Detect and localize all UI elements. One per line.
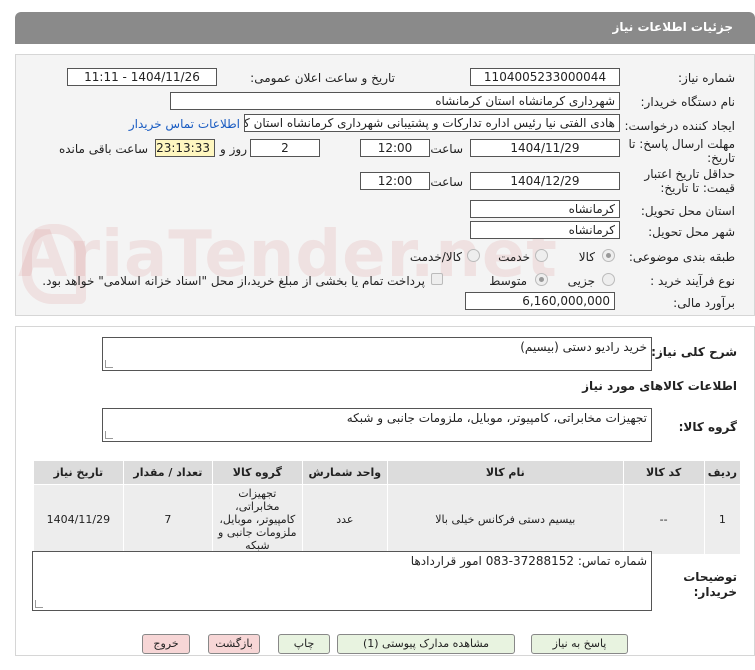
page-title: جزئیات اطلاعات نیاز bbox=[612, 20, 733, 34]
col-row-header: ردیف bbox=[703, 460, 742, 485]
category-service-radio[interactable] bbox=[535, 249, 548, 262]
category-service-label: خدمت bbox=[498, 250, 530, 264]
goods-info-title: اطلاعات کالاهای مورد نیاز bbox=[582, 379, 737, 393]
province-label: استان محل تحویل: bbox=[640, 204, 735, 218]
reply-button[interactable]: پاسخ به نیاز bbox=[531, 634, 628, 654]
resize-handle-icon[interactable] bbox=[105, 360, 113, 368]
category-label: طبقه بندی موضوعی: bbox=[628, 250, 735, 264]
need-number-field: 1104005233000044 bbox=[470, 68, 620, 86]
category-goods-label: کالا bbox=[578, 250, 595, 264]
back-button[interactable]: بازگشت bbox=[208, 634, 260, 654]
page-header: جزئیات اطلاعات نیاز bbox=[15, 12, 755, 44]
col-qty-header: تعداد / مقدار bbox=[122, 460, 214, 485]
cell-unit: عدد bbox=[301, 484, 389, 555]
goods-group-label: گروه کالا: bbox=[678, 420, 737, 434]
cell-qty: 7 bbox=[122, 484, 214, 555]
view-documents-button[interactable]: مشاهده مدارک پیوستی (1) bbox=[337, 634, 515, 654]
buyer-notes-text: شماره تماس: 37288152-083 امور قراردادها bbox=[410, 554, 647, 568]
resize-handle-icon[interactable] bbox=[105, 431, 113, 439]
goods-group-field: تجهیزات مخابراتی، کامپیوتر، موبایل، ملزو… bbox=[102, 408, 652, 442]
reply-deadline-label: مهلت ارسال پاسخ: تا تاریخ: bbox=[628, 137, 735, 165]
goods-table: ردیف کد کالا نام کالا واحد شمارش گروه کا… bbox=[33, 460, 742, 555]
process-minor-radio[interactable] bbox=[602, 273, 615, 286]
process-medium-label: متوسط bbox=[489, 274, 527, 288]
treasury-payment-note: پرداخت تمام یا بخشی از مبلغ خرید،از محل … bbox=[42, 274, 425, 288]
summary-label: شرح کلی نیاز: bbox=[651, 345, 737, 359]
creator-field: هادی الفتی نیا رئیس اداره تدارکات و پشتی… bbox=[244, 114, 620, 132]
need-number-label: شماره نیاز: bbox=[678, 71, 735, 85]
province-field: کرمانشاه bbox=[470, 200, 620, 218]
validity-time-label: ساعت bbox=[430, 175, 463, 189]
col-date-header: تاریخ نیاز bbox=[33, 460, 124, 485]
creator-label: ایجاد کننده درخواست: bbox=[624, 119, 735, 133]
category-goods-radio[interactable] bbox=[602, 249, 615, 262]
buyer-org-label: نام دستگاه خریدار: bbox=[640, 95, 736, 109]
table-row: 1 -- بیسیم دستی فرکانس خیلی بالا عدد تجه… bbox=[33, 484, 742, 555]
validity-date-field: 1404/12/29 bbox=[470, 172, 620, 190]
exit-button[interactable]: خروج bbox=[142, 634, 190, 654]
reply-time-field: 12:00 bbox=[360, 139, 430, 157]
col-name-header: نام کالا bbox=[387, 460, 624, 485]
buyer-contact-link[interactable]: اطلاعات تماس خریدار bbox=[129, 117, 240, 131]
reply-time-label: ساعت bbox=[430, 142, 463, 156]
buyer-notes-field: شماره تماس: 37288152-083 امور قراردادها bbox=[32, 551, 652, 611]
process-medium-radio[interactable] bbox=[535, 273, 548, 286]
summary-field: خرید رادیو دستی (بیسیم) bbox=[102, 337, 652, 371]
budget-label: برآورد مالی: bbox=[673, 296, 735, 310]
reply-date-field: 1404/11/29 bbox=[470, 139, 620, 157]
days-label: روز و bbox=[220, 142, 247, 156]
validity-time-field: 12:00 bbox=[360, 172, 430, 190]
remaining-time-field: 23:13:33 bbox=[155, 139, 215, 157]
days-field: 2 bbox=[250, 139, 320, 157]
resize-handle-icon[interactable] bbox=[35, 600, 43, 608]
print-button[interactable]: چاپ bbox=[278, 634, 330, 654]
category-goods-service-label: کالا/خدمت bbox=[409, 250, 462, 264]
budget-field: 6,160,000,000 bbox=[465, 292, 615, 310]
cell-row: 1 bbox=[703, 484, 742, 555]
treasury-payment-checkbox[interactable] bbox=[431, 273, 443, 285]
goods-group-text: تجهیزات مخابراتی، کامپیوتر، موبایل، ملزو… bbox=[346, 411, 647, 425]
buyer-notes-label: توضیحات خریدار: bbox=[683, 570, 737, 599]
process-minor-label: جزیی bbox=[567, 274, 595, 288]
validity-label: حداقل تاریخ اعتبار قیمت: تا تاریخ: bbox=[644, 167, 735, 195]
table-header-row: ردیف کد کالا نام کالا واحد شمارش گروه کا… bbox=[33, 460, 742, 485]
remaining-time-label: ساعت باقی مانده bbox=[58, 142, 148, 156]
announce-label: تاریخ و ساعت اعلان عمومی: bbox=[250, 71, 395, 85]
col-unit-header: واحد شمارش bbox=[301, 460, 389, 485]
city-field: کرمانشاه bbox=[470, 221, 620, 239]
summary-text: خرید رادیو دستی (بیسیم) bbox=[520, 340, 647, 354]
cell-name: بیسیم دستی فرکانس خیلی بالا bbox=[387, 484, 624, 555]
cell-group: تجهیزات مخابراتی، کامپیوتر، موبایل، ملزو… bbox=[212, 484, 303, 555]
col-group-header: گروه کالا bbox=[212, 460, 303, 485]
announce-field: 1404/11/26 - 11:11 bbox=[67, 68, 217, 86]
process-label: نوع فرآیند خرید : bbox=[650, 274, 735, 288]
cell-code: -- bbox=[622, 484, 705, 555]
col-code-header: کد کالا bbox=[622, 460, 705, 485]
cell-date: 1404/11/29 bbox=[33, 484, 124, 555]
category-goods-service-radio[interactable] bbox=[467, 249, 480, 262]
city-label: شهر محل تحویل: bbox=[648, 225, 735, 239]
buyer-org-field: شهرداری کرمانشاه استان کرمانشاه bbox=[170, 92, 620, 110]
